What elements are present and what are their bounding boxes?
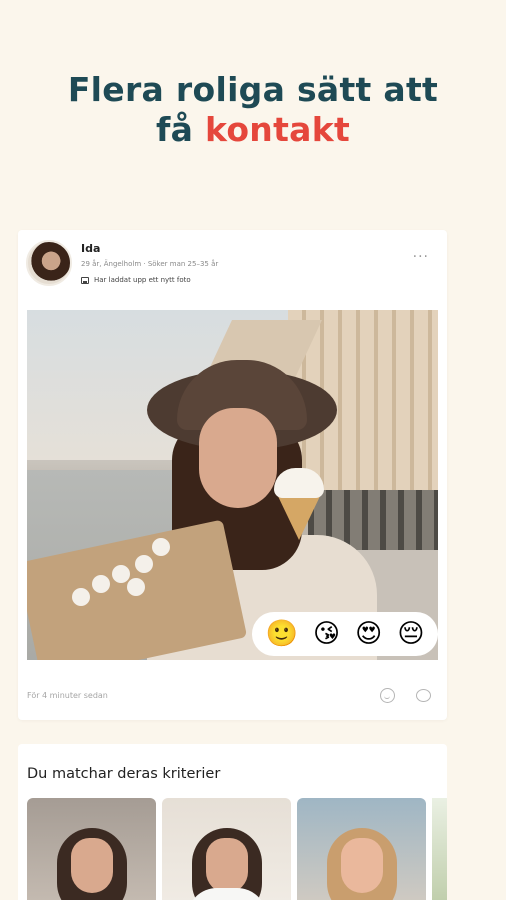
post-header: Ida 29 år, Ängelholm · Söker man 25–35 å… [26,240,439,292]
post-photo[interactable]: 🙂 😘 😍 😔 [27,310,438,660]
match-face [341,838,383,893]
activity-text: Har laddat upp ett nytt foto [94,276,191,284]
headline: Flera roliga sätt att få kontakt [0,70,506,150]
headline-line-2: få kontakt [0,110,506,150]
photo-flower [72,588,90,606]
activity-line: Har laddat upp ett nytt foto [81,276,191,284]
match-face [206,838,248,893]
user-meta: 29 år, Ängelholm · Söker man 25–35 år [81,260,219,268]
reaction-kiss-icon[interactable]: 😘 [313,619,340,649]
reaction-pensive-icon[interactable]: 😔 [397,619,424,649]
reaction-heart-eyes-icon[interactable]: 😍 [355,619,382,649]
post-timestamp: För 4 minuter sedan [27,691,108,700]
avatar[interactable] [26,240,72,286]
feed-post-card: Ida 29 år, Ängelholm · Söker man 25–35 å… [18,230,447,720]
reaction-bar: 🙂 😘 😍 😔 [252,612,438,656]
headline-line-1: Flera roliga sätt att [67,70,439,109]
photo-ice-cream-scoop [274,468,324,498]
smile-icon[interactable] [380,688,395,703]
headline-accent: kontakt [204,110,351,149]
photo-flower [152,538,170,556]
photo-icon [81,276,89,284]
matches-card: Du matchar deras kriterier [18,744,447,900]
photo-face [199,408,277,508]
match-profile-photo[interactable] [162,798,291,900]
comment-icon[interactable] [416,689,431,702]
headline-prefix: få [155,110,205,149]
match-profile-photo[interactable] [27,798,156,900]
photo-flower [112,565,130,583]
more-horizontal-icon[interactable]: ··· [413,250,429,264]
user-name[interactable]: Ida [81,242,100,255]
photo-flower [127,578,145,596]
match-face [71,838,113,893]
photo-flower [135,555,153,573]
photo-flower [92,575,110,593]
reaction-smile-icon[interactable]: 🙂 [266,619,298,649]
match-profile-photo[interactable] [297,798,426,900]
match-profile-photo-peek[interactable] [432,798,447,900]
matches-title: Du matchar deras kriterier [27,766,221,782]
